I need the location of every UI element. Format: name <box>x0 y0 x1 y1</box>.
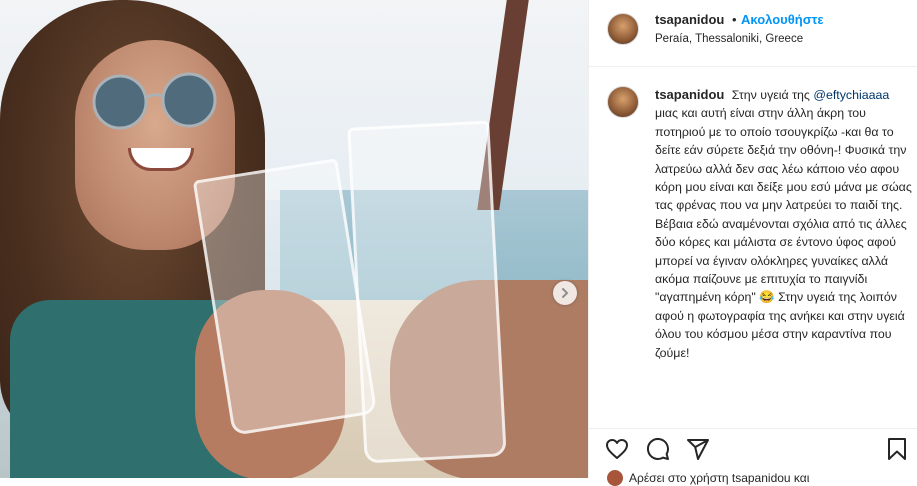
follow-separator: • <box>732 12 737 27</box>
follow-button[interactable]: Ακολουθήστε <box>741 12 824 27</box>
next-photo-button[interactable] <box>553 281 577 305</box>
bookmark-icon[interactable] <box>885 437 909 461</box>
comment-icon[interactable] <box>646 437 670 461</box>
post-header: tsapanidou • Ακολουθήστε Peraía, Thessal… <box>589 0 917 67</box>
caption-avatar[interactable] <box>607 86 639 118</box>
post-sidebar: tsapanidou • Ακολουθήστε Peraía, Thessal… <box>588 0 917 486</box>
instagram-post-view: tsapanidou • Ακολουθήστε Peraía, Thessal… <box>0 0 917 486</box>
ouzo-glass-right <box>347 120 507 464</box>
likes-preview-text[interactable]: Αρέσει στο χρήστη tsapanidou και <box>629 471 809 485</box>
caption-text-start: Στην υγειά της <box>731 88 810 102</box>
post-actions-bar <box>589 428 917 465</box>
caption-text: tsapanidou Στην υγειά της @eftychiaaaa μ… <box>655 86 915 362</box>
sunglasses-graphic <box>92 72 217 130</box>
share-icon[interactable] <box>686 437 710 461</box>
caption-mention[interactable]: @eftychiaaaa <box>813 88 889 102</box>
author-username[interactable]: tsapanidou <box>655 12 724 27</box>
liker-avatar[interactable] <box>607 470 623 486</box>
caption-text-rest: μιας και αυτή είναι στην άλλη άκρη του π… <box>655 106 912 360</box>
post-photo[interactable] <box>0 0 588 478</box>
post-location[interactable]: Peraía, Thessaloniki, Greece <box>655 33 803 45</box>
heart-icon[interactable] <box>605 437 629 461</box>
likes-preview: Αρέσει στο χρήστη tsapanidou και <box>589 464 917 486</box>
author-avatar[interactable] <box>607 13 639 45</box>
chevron-right-icon <box>562 288 569 298</box>
caption-username[interactable]: tsapanidou <box>655 87 724 102</box>
